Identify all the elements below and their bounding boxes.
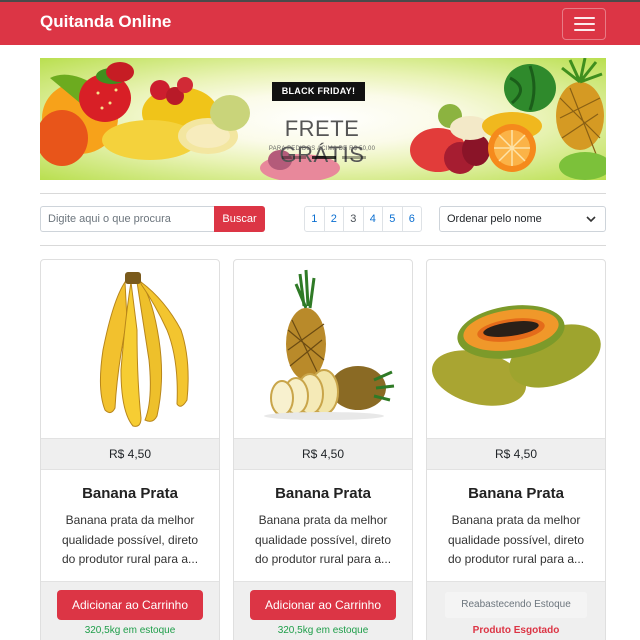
- product-description: Banana prata da melhor qualidade possíve…: [254, 513, 392, 566]
- chevron-down-icon: [586, 216, 596, 223]
- carousel-dot-active[interactable]: [312, 156, 336, 159]
- page-link-5[interactable]: 5: [382, 206, 403, 232]
- product-name[interactable]: Banana Prata: [427, 485, 605, 502]
- search-input[interactable]: [40, 206, 215, 232]
- page-link-4[interactable]: 4: [362, 206, 383, 232]
- sort-select[interactable]: Ordenar pelo nome: [439, 206, 606, 232]
- product-price: R$ 4,50: [427, 438, 605, 470]
- page-link-1[interactable]: 1: [304, 206, 325, 232]
- add-to-cart-button[interactable]: Adicionar ao Carrinho: [250, 590, 396, 620]
- promo-banner[interactable]: BLACK FRIDAY! FRETE GRÁTIS PARA PEDIDOS …: [40, 58, 606, 180]
- restocking-button[interactable]: Reabastecendo Estoque: [445, 592, 587, 618]
- product-description: Banana prata da melhor qualidade possíve…: [61, 513, 199, 566]
- page-link-3[interactable]: 3: [343, 206, 364, 232]
- product-description: Banana prata da melhor qualidade possíve…: [447, 513, 585, 566]
- product-price: R$ 4,50: [41, 438, 219, 470]
- menu-toggle-button[interactable]: [562, 8, 606, 40]
- carousel-dot[interactable]: [342, 156, 366, 159]
- stock-status: 320,5kg em estoque: [277, 625, 369, 636]
- card-footer: Adicionar ao Carrinho 320,5kg em estoque: [234, 581, 412, 640]
- carousel-dot[interactable]: [282, 156, 306, 159]
- page-link-6[interactable]: 6: [401, 206, 422, 232]
- page-link-2[interactable]: 2: [323, 206, 344, 232]
- card-footer: Reabastecendo Estoque Produto Esgotado: [427, 581, 605, 640]
- search-button[interactable]: Buscar: [214, 206, 265, 232]
- pineapple-image: [264, 269, 395, 420]
- divider: [40, 245, 606, 246]
- product-price: R$ 4,50: [234, 438, 412, 470]
- product-name[interactable]: Banana Prata: [41, 485, 219, 502]
- carousel-indicators: [268, 156, 378, 159]
- divider: [40, 193, 606, 194]
- sold-out-label: Produto Esgotado: [472, 625, 560, 636]
- pagination: 1 2 3 4 5 6: [304, 206, 422, 232]
- brand-logo[interactable]: Quitanda Online: [40, 12, 171, 32]
- product-card: R$ 4,50 Banana Prata Banana prata da mel…: [426, 259, 606, 640]
- navbar: Quitanda Online: [0, 0, 640, 45]
- banner-headline: FRETE GRÁTIS: [279, 116, 365, 167]
- black-friday-tag: BLACK FRIDAY!: [272, 82, 365, 101]
- product-card: R$ 4,50 Banana Prata Banana prata da mel…: [40, 259, 220, 640]
- add-to-cart-button[interactable]: Adicionar ao Carrinho: [57, 590, 203, 620]
- product-name[interactable]: Banana Prata: [234, 485, 412, 502]
- papaya-image: [432, 305, 601, 406]
- card-footer: Adicionar ao Carrinho 320,5kg em estoque: [41, 581, 219, 640]
- sort-selected-value: Ordenar pelo nome: [447, 213, 542, 225]
- banana-image: [99, 272, 189, 427]
- stock-status: 320,5kg em estoque: [84, 625, 176, 636]
- banner-subline: PARA PEDIDOS ACIMA DE R$ 50,00: [268, 146, 376, 152]
- product-card: R$ 4,50 Banana Prata Banana prata da mel…: [233, 259, 413, 640]
